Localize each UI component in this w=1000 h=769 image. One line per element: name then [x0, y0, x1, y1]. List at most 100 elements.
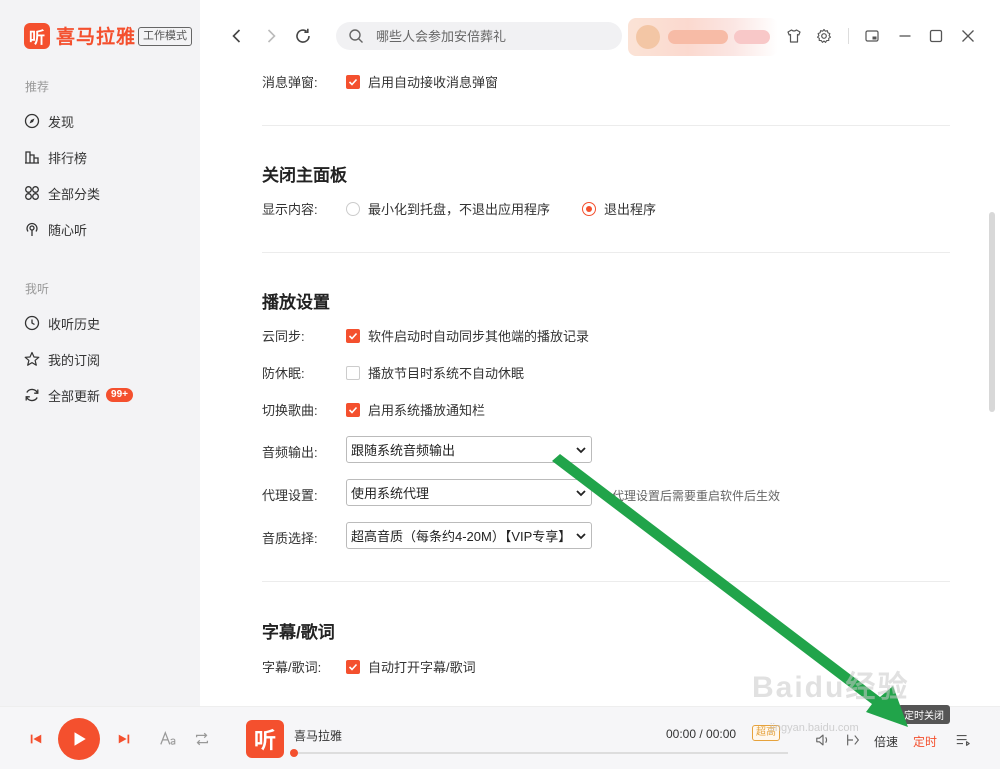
maximize-button[interactable]: [926, 26, 946, 46]
radio-minimize-to-tray[interactable]: [346, 201, 360, 216]
cloud-sync-checkbox[interactable]: [346, 328, 360, 343]
setting-label: 音质选择:: [262, 531, 318, 546]
sidebar-item-categories[interactable]: 全部分类: [24, 183, 100, 203]
sidebar-item-label: 我的订阅: [48, 352, 101, 368]
blurred-username: [668, 30, 728, 44]
player-bar: 听 喜马拉雅 00:00 / 00:00 超高 倍速 定时 定时关闭: [0, 705, 1000, 769]
compass-icon: [24, 113, 40, 129]
sidebar-item-label: 全部分类: [48, 186, 101, 202]
option-text: 自动打开字幕/歌词: [368, 660, 476, 675]
timer-tooltip: 定时关闭: [898, 705, 950, 724]
option-text: 启用系统播放通知栏: [368, 403, 486, 418]
setting-proxy-label: 代理设置:: [262, 485, 318, 504]
minimize-button[interactable]: [895, 26, 915, 46]
check-icon: [348, 332, 358, 340]
setting-lyrics: 字幕/歌词: 自动打开字幕/歌词: [262, 657, 476, 676]
ranking-icon: [25, 151, 39, 164]
refresh-button[interactable]: [291, 24, 315, 48]
refresh-icon: [25, 388, 39, 402]
message-popup-checkbox[interactable]: [346, 74, 360, 89]
close-icon: [962, 30, 974, 42]
chevron-down-icon: [576, 489, 586, 496]
next-button[interactable]: [116, 731, 132, 747]
avatar: [636, 25, 660, 49]
audio-output-select[interactable]: 跟随系统音频输出: [346, 436, 592, 463]
select-value: 使用系统代理: [351, 486, 430, 501]
playlist-icon: [956, 734, 970, 746]
content-scrollbar[interactable]: [989, 212, 995, 412]
search-input[interactable]: [376, 28, 596, 44]
section-divider: [262, 581, 950, 582]
switch-song-checkbox[interactable]: [346, 402, 360, 417]
chevron-down-icon: [576, 446, 586, 453]
playlist-button[interactable]: [954, 731, 972, 749]
font-size-icon: [160, 730, 176, 745]
option-text: 启用自动接收消息弹窗: [368, 75, 499, 90]
forward-button[interactable]: [259, 24, 283, 48]
gear-icon: [816, 28, 832, 43]
track-title[interactable]: 喜马拉雅: [294, 727, 342, 744]
loop-mode-button[interactable]: [192, 729, 212, 749]
user-profile-blurred[interactable]: [628, 18, 778, 56]
setting-label: 代理设置:: [262, 488, 318, 503]
sidebar-item-history[interactable]: 收听历史: [24, 313, 100, 333]
chevron-right-icon: [267, 29, 276, 43]
sidebar-item-ranking[interactable]: 排行榜: [24, 147, 87, 167]
setting-label: 防休眠:: [262, 366, 305, 381]
close-button[interactable]: [958, 26, 978, 46]
work-mode-button[interactable]: 工作模式: [138, 27, 192, 46]
back-button[interactable]: [225, 24, 249, 48]
volume-icon: [816, 734, 828, 746]
app-logo[interactable]: 听 喜马拉雅: [24, 22, 136, 49]
proxy-hint: * 代理设置后需要重启软件后生效: [604, 489, 781, 503]
setting-quality-label: 音质选择:: [262, 528, 318, 547]
settings-button[interactable]: [814, 26, 834, 46]
quality-select[interactable]: 超高音质（每条约4-20M）【VIP专享】: [346, 522, 592, 549]
skip-next-icon: [118, 734, 130, 744]
setting-label: 切换歌曲:: [262, 403, 318, 418]
previous-button[interactable]: [28, 731, 44, 747]
minimize-icon: [899, 35, 911, 37]
update-count-badge: 99+: [106, 388, 133, 402]
sidebar-item-label: 排行榜: [48, 150, 88, 166]
clock-icon: [24, 315, 40, 331]
search-box[interactable]: [336, 22, 622, 50]
section-title-lyrics: 字幕/歌词: [262, 623, 335, 642]
progress-handle[interactable]: [290, 749, 298, 757]
sidebar-item-updates[interactable]: 全部更新 99+: [24, 385, 133, 405]
sidebar-item-discover[interactable]: 发现: [24, 111, 74, 131]
sidebar-item-label: 发现: [48, 114, 75, 130]
section-divider: [262, 125, 950, 126]
setting-label: 音频输出:: [262, 445, 318, 460]
track-cover[interactable]: 听: [246, 720, 284, 758]
setting-label: 显示内容:: [262, 202, 318, 217]
lyrics-checkbox[interactable]: [346, 659, 360, 674]
skin-button[interactable]: [784, 26, 804, 46]
mini-mode-button[interactable]: [862, 26, 882, 46]
option-text: 软件启动时自动同步其他端的播放记录: [368, 329, 590, 344]
search-icon: [349, 29, 363, 43]
watermark-sub: jingyan.baidu.com: [770, 722, 859, 734]
sidebar-item-label: 收听历史: [48, 316, 101, 332]
anti-sleep-checkbox[interactable]: [346, 365, 360, 380]
setting-message-popup: 消息弹窗: 启用自动接收消息弹窗: [262, 72, 498, 91]
option-text: 播放节目时系统不自动休眠: [368, 366, 525, 381]
check-icon: [348, 663, 358, 671]
reload-icon: [296, 28, 310, 43]
settings-panel: 消息弹窗: 启用自动接收消息弹窗 关闭主面板 显示内容: 最小化到托盘，不退出应…: [200, 62, 988, 706]
sidebar-item-radio[interactable]: 随心听: [24, 219, 87, 239]
proxy-select[interactable]: 使用系统代理: [346, 479, 592, 506]
play-icon: [74, 732, 86, 746]
grid-icon: [25, 186, 39, 200]
play-button[interactable]: [58, 718, 100, 760]
timer-button[interactable]: 定时: [913, 733, 937, 750]
font-size-button[interactable]: [158, 729, 178, 749]
radio-exit-program[interactable]: [582, 201, 597, 216]
check-icon: [348, 78, 358, 86]
setting-label: 消息弹窗:: [262, 75, 318, 90]
option-text: 最小化到托盘，不退出应用程序: [368, 202, 551, 217]
progress-bar[interactable]: [294, 752, 788, 754]
speed-button[interactable]: 倍速: [874, 733, 898, 750]
sidebar-item-subscriptions[interactable]: 我的订阅: [24, 349, 100, 369]
chevron-down-icon: [576, 532, 586, 539]
